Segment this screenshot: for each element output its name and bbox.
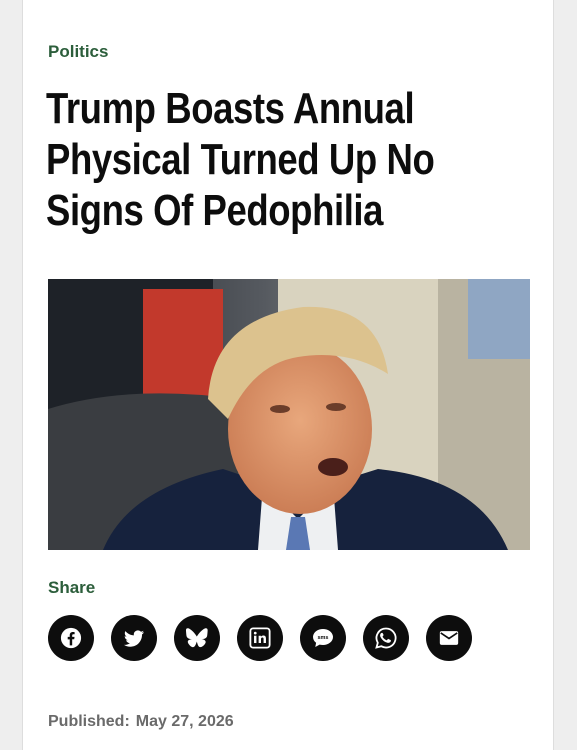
article-page: Politics Trump Boasts Annual Physical Tu… xyxy=(22,0,554,750)
sms-share-button[interactable]: sms xyxy=(300,615,346,661)
whatsapp-share-button[interactable] xyxy=(363,615,409,661)
linkedin-icon xyxy=(249,627,271,649)
email-icon xyxy=(438,627,460,649)
twitter-icon xyxy=(122,626,146,650)
whatsapp-icon xyxy=(374,626,398,650)
twitter-share-button[interactable] xyxy=(111,615,157,661)
bluesky-icon xyxy=(186,627,208,649)
svg-text:sms: sms xyxy=(317,635,328,641)
published-date: Published: May 27, 2026 xyxy=(48,713,234,731)
published-label: Published: xyxy=(48,713,130,730)
linkedin-share-button[interactable] xyxy=(237,615,283,661)
share-buttons: sms xyxy=(48,615,472,661)
facebook-icon xyxy=(60,627,82,649)
email-share-button[interactable] xyxy=(426,615,472,661)
article-headline: Trump Boasts Annual Physical Turned Up N… xyxy=(46,84,435,235)
sms-icon: sms xyxy=(311,626,335,650)
published-date-value: May 27, 2026 xyxy=(135,713,234,730)
article-photo xyxy=(48,279,530,550)
bluesky-share-button[interactable] xyxy=(174,615,220,661)
facebook-share-button[interactable] xyxy=(48,615,94,661)
share-label: Share xyxy=(48,578,96,597)
category-link[interactable]: Politics xyxy=(48,42,108,62)
